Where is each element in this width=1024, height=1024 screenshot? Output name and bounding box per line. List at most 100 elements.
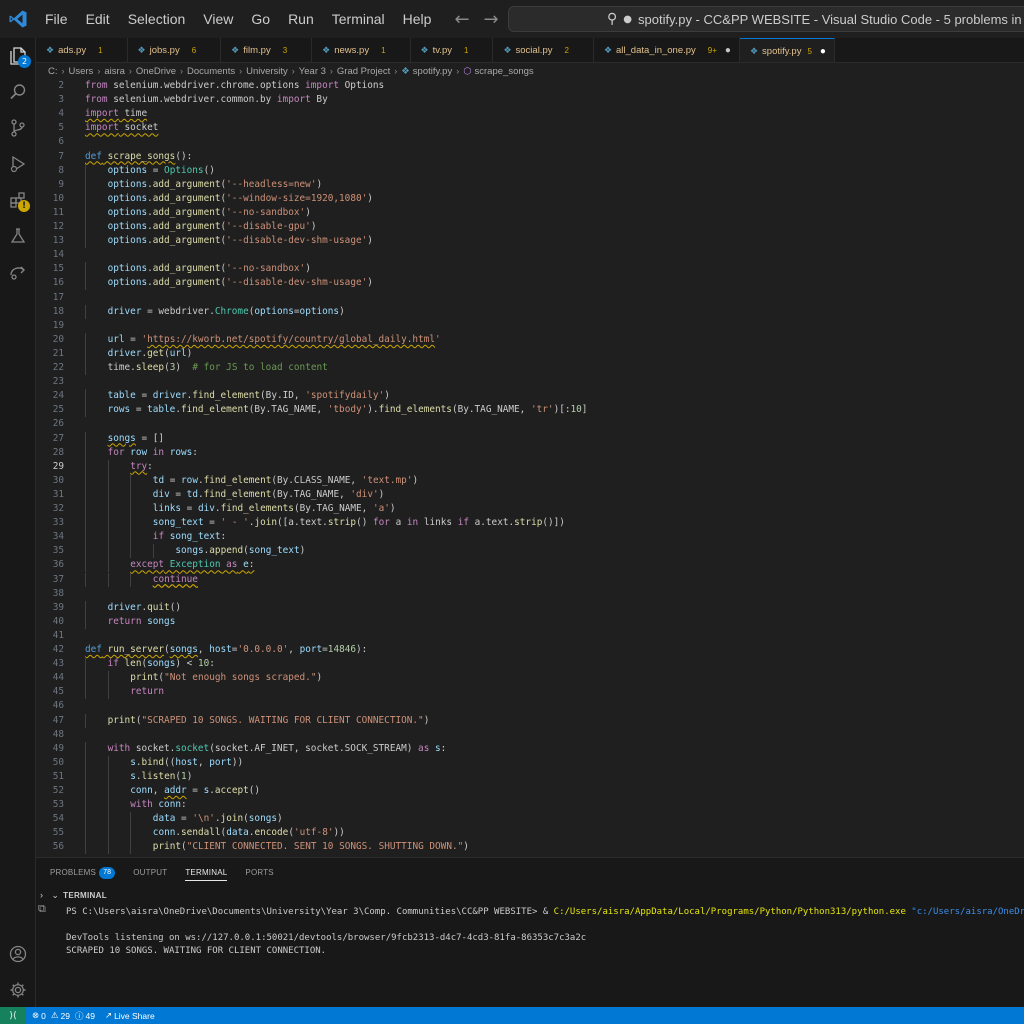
code-line[interactable]: 36 except Exception as e: xyxy=(36,558,1024,573)
code-line[interactable]: 51 s.listen(1) xyxy=(36,769,1024,784)
terminal-output[interactable]: PS C:\Users\aisra\OneDrive\Documents\Uni… xyxy=(66,906,1024,958)
code-line[interactable]: 43 if len(songs) < 10: xyxy=(36,657,1024,672)
code-line[interactable]: 24 table = driver.find_element(By.ID, 'sp… xyxy=(36,389,1024,404)
tab-jobs-py[interactable]: ❖ jobs.py 6 xyxy=(127,38,222,62)
code-editor[interactable]: 2 from selenium.webdriver.chrome.options … xyxy=(36,79,1024,855)
code-line[interactable]: 22 time.sleep(3) # for JS to load content xyxy=(36,361,1024,376)
code-line[interactable]: 52 conn, addr = s.accept() xyxy=(36,784,1024,799)
code-line[interactable]: 14 xyxy=(36,248,1024,262)
unsaved-dot-icon[interactable]: ● xyxy=(820,46,826,57)
breadcrumb-file[interactable]: spotify.py xyxy=(413,66,452,77)
code-line[interactable]: 28 for row in rows: xyxy=(36,445,1024,460)
testing-icon[interactable] xyxy=(0,218,36,254)
tab-tv-py[interactable]: ❖ tv.py 1 xyxy=(410,38,494,62)
code-line[interactable]: 2 from selenium.webdriver.chrome.options … xyxy=(36,79,1024,93)
code-line[interactable]: 54 data = '\n'.join(songs) xyxy=(36,812,1024,827)
code-line[interactable]: 55 conn.sendall(data.encode('utf-8')) xyxy=(36,826,1024,841)
code-line[interactable]: 16 options.add_argument('--disable-dev-sh… xyxy=(36,276,1024,291)
tab-terminal[interactable]: TERMINAL xyxy=(185,864,228,881)
code-line[interactable]: 13 options.add_argument('--disable-dev-sh… xyxy=(36,234,1024,249)
code-line[interactable]: 7 def scrape_songs(): xyxy=(36,150,1024,164)
extensions-icon[interactable]: ! xyxy=(0,182,36,218)
code-line[interactable]: 34 if song_text: xyxy=(36,530,1024,545)
tab-social-py[interactable]: ❖ social.py 2 xyxy=(493,38,594,62)
code-line[interactable]: 12 options.add_argument('--disable-gpu') xyxy=(36,220,1024,235)
breadcrumb-item[interactable]: OneDrive xyxy=(136,66,176,77)
menu-terminal[interactable]: Terminal xyxy=(323,0,394,38)
live-share-button[interactable]: ↗ Live Share xyxy=(105,1010,155,1021)
code-line[interactable]: 5 import socket xyxy=(36,121,1024,135)
chevron-down-icon[interactable]: ⌄ xyxy=(51,890,59,901)
code-line[interactable]: 9 options.add_argument('--headless=new') xyxy=(36,177,1024,192)
code-line[interactable]: 23 xyxy=(36,375,1024,389)
code-line[interactable]: 26 xyxy=(36,417,1024,431)
tab-ads-py[interactable]: ❖ ads.py 1 xyxy=(36,38,128,62)
code-line[interactable]: 18 driver = webdriver.Chrome(options=opti… xyxy=(36,304,1024,319)
menu-file[interactable]: File xyxy=(36,0,77,38)
code-line[interactable]: 29 try: xyxy=(36,459,1024,474)
code-line[interactable]: 53 with conn: xyxy=(36,798,1024,813)
search-icon[interactable] xyxy=(0,74,36,110)
code-line[interactable]: 45 return xyxy=(36,685,1024,700)
unsaved-dot-icon[interactable]: ● xyxy=(725,45,731,56)
menu-run[interactable]: Run xyxy=(279,0,323,38)
tab-all-data-in-one-py[interactable]: ❖ all_data_in_one.py 9+ ● xyxy=(593,38,740,62)
code-line[interactable]: 32 links = div.find_elements(By.TAG_NAME,… xyxy=(36,502,1024,517)
breadcrumb-item[interactable]: University xyxy=(246,66,288,77)
breadcrumb-item[interactable]: Grad Project xyxy=(337,66,390,77)
code-line[interactable]: 49 with socket.socket(socket.AF_INET, soc… xyxy=(36,741,1024,756)
explorer-icon[interactable]: 2 xyxy=(0,38,36,74)
source-control-icon[interactable] xyxy=(0,110,36,146)
code-line[interactable]: 17 xyxy=(36,291,1024,305)
remote-explorer-icon[interactable] xyxy=(0,254,36,290)
code-line[interactable]: 20 url = 'https://kworb.net/spotify/count… xyxy=(36,332,1024,347)
breadcrumb-symbol[interactable]: scrape_songs xyxy=(475,66,534,77)
breadcrumb-item[interactable]: Year 3 xyxy=(299,66,326,77)
tab-news-py[interactable]: ❖ news.py 1 xyxy=(312,38,411,62)
terminal-section-header[interactable]: › ⌄ TERMINAL xyxy=(36,888,107,902)
code-line[interactable]: 31 div = td.find_element(By.TAG_NAME, 'di… xyxy=(36,487,1024,502)
command-center[interactable]: ⚲ ● spotify.py - CC&PP WEBSITE - Visual … xyxy=(508,6,1024,32)
code-line[interactable]: 35 songs.append(song_text) xyxy=(36,544,1024,559)
code-line[interactable]: 25 rows = table.find_element(By.TAG_NAME,… xyxy=(36,403,1024,418)
code-line[interactable]: 37 continue xyxy=(36,572,1024,587)
code-line[interactable]: 39 driver.quit() xyxy=(36,600,1024,615)
code-line[interactable]: 40 return songs xyxy=(36,614,1024,629)
code-line[interactable]: 44 print("Not enough songs scraped.") xyxy=(36,671,1024,686)
menu-help[interactable]: Help xyxy=(394,0,441,38)
code-line[interactable]: 15 options.add_argument('--no-sandbox') xyxy=(36,262,1024,277)
code-line[interactable]: 11 options.add_argument('--no-sandbox') xyxy=(36,205,1024,220)
menu-selection[interactable]: Selection xyxy=(119,0,195,38)
problems-status[interactable]: ⊗ 0 ⚠ 29 ⓘ 49 xyxy=(32,1010,95,1022)
code-line[interactable]: 56 print("CLIENT CONNECTED. SENT 10 SONGS… xyxy=(36,840,1024,855)
menu-edit[interactable]: Edit xyxy=(77,0,119,38)
code-line[interactable]: 50 s.bind((host, port)) xyxy=(36,755,1024,770)
back-arrow-icon[interactable]: ← xyxy=(454,9,469,30)
terminal-link-icon[interactable]: ⧉ xyxy=(38,902,46,916)
code-line[interactable]: 6 xyxy=(36,135,1024,149)
code-line[interactable]: 10 options.add_argument('--window-size=19… xyxy=(36,191,1024,206)
accounts-icon[interactable] xyxy=(0,936,36,972)
code-line[interactable]: 41 xyxy=(36,629,1024,643)
breadcrumb-item[interactable]: aisra xyxy=(104,66,125,77)
code-line[interactable]: 19 xyxy=(36,319,1024,333)
menu-go[interactable]: Go xyxy=(242,0,279,38)
tab-film-py[interactable]: ❖ film.py 3 xyxy=(221,38,313,62)
code-line[interactable]: 8 options = Options() xyxy=(36,163,1024,178)
code-line[interactable]: 4 import time xyxy=(36,107,1024,121)
code-line[interactable]: 21 driver.get(url) xyxy=(36,346,1024,361)
code-line[interactable]: 27 songs = [] xyxy=(36,431,1024,446)
tab-output[interactable]: OUTPUT xyxy=(133,868,167,877)
code-line[interactable]: 47 print("SCRAPED 10 SONGS. WAITING FOR C… xyxy=(36,713,1024,728)
code-line[interactable]: 38 xyxy=(36,587,1024,601)
chevron-right-icon[interactable]: › xyxy=(40,890,43,900)
code-line[interactable]: 30 td = row.find_element(By.CLASS_NAME, '… xyxy=(36,473,1024,488)
run-and-debug-icon[interactable] xyxy=(0,146,36,182)
tab-problems[interactable]: PROBLEMS 78 xyxy=(50,866,116,879)
menu-view[interactable]: View xyxy=(194,0,242,38)
forward-arrow-icon[interactable]: → xyxy=(484,9,499,30)
tab-spotify-py[interactable]: ❖ spotify.py 5 ● xyxy=(739,38,835,62)
code-line[interactable]: 46 xyxy=(36,699,1024,713)
code-line[interactable]: 3 from selenium.webdriver.common.by impor… xyxy=(36,93,1024,107)
breadcrumb-item[interactable]: Users xyxy=(69,66,94,77)
